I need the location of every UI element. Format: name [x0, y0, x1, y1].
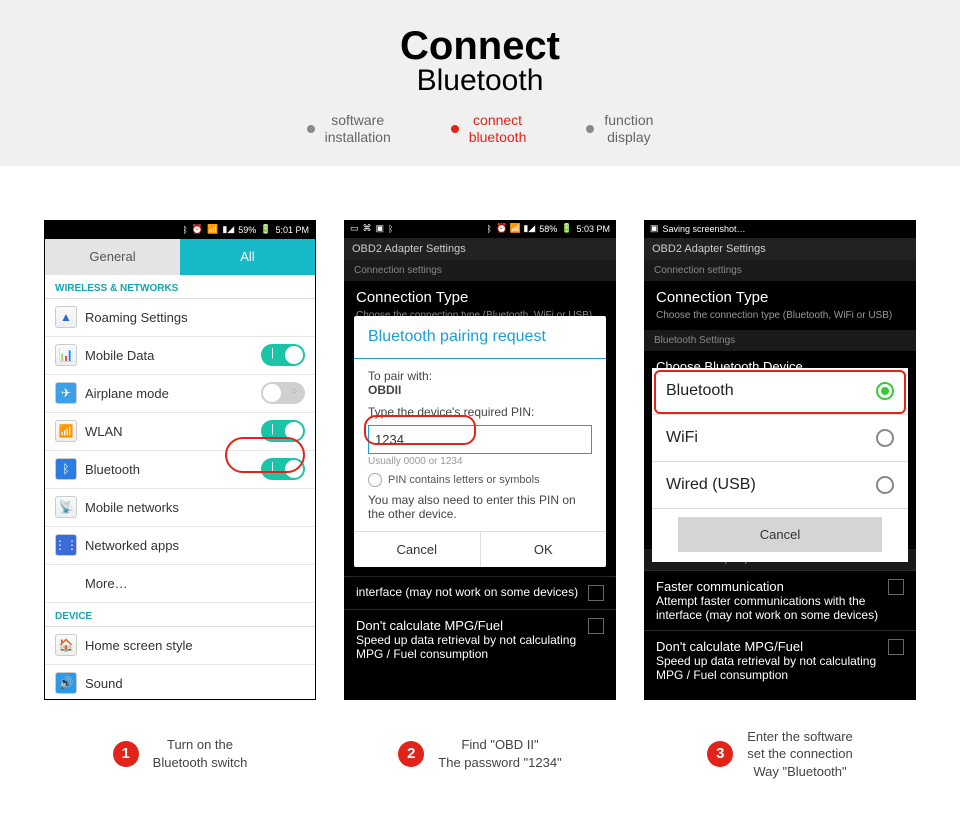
tab-function-display[interactable]: functiondisplay [586, 112, 653, 146]
battery-text: 59% [238, 225, 256, 235]
image-icon: ▣ [650, 223, 659, 234]
step-badge: 3 [707, 741, 733, 767]
hero-banner: Connect Bluetooth softwareinstallation c… [0, 0, 960, 166]
screenshot-step-1: ᛒ ⏰ 📶 ▮◢ 59% 🔋 5:01 PM General All WIRELE… [44, 220, 316, 700]
hero-subtitle: Bluetooth [0, 64, 960, 98]
ok-button[interactable]: OK [481, 532, 607, 567]
link-icon: ⌘ [363, 223, 372, 234]
row-home-style[interactable]: 🏠Home screen style [45, 627, 315, 665]
screenshot-row: ᛒ ⏰ 📶 ▮◢ 59% 🔋 5:01 PM General All WIRELE… [0, 166, 960, 710]
also-note: You may also need to enter this PIN on t… [368, 493, 592, 521]
section-header: Connection settings [644, 260, 916, 281]
wlan-icon: 📶 [55, 420, 77, 442]
tab-software-installation[interactable]: softwareinstallation [307, 112, 391, 146]
dialog-title: Bluetooth pairing request [354, 316, 606, 359]
row-sound[interactable]: 🔊Sound [45, 665, 315, 700]
checkbox[interactable] [588, 618, 604, 634]
status-bar: ᛒ ⏰ 📶 ▮◢ 59% 🔋 5:01 PM [45, 221, 315, 239]
bluetooth-icon: ᛒ [183, 225, 188, 235]
tab-general[interactable]: General [45, 239, 180, 275]
pair-with-label: To pair with: [368, 369, 592, 383]
battery-text: 58% [539, 224, 557, 234]
hero-title: Connect [0, 26, 960, 66]
roaming-icon: ▲ [55, 306, 77, 328]
radio-icon [876, 429, 894, 447]
dot-icon [586, 125, 594, 133]
step-badge: 1 [113, 741, 139, 767]
cancel-button[interactable]: Cancel [678, 517, 882, 552]
home-icon: 🏠 [55, 634, 77, 656]
tab-all[interactable]: All [180, 239, 315, 275]
row-mobile-networks[interactable]: 📡Mobile networks [45, 489, 315, 527]
step-tabs: softwareinstallation connectbluetooth fu… [0, 112, 960, 146]
group-wireless-header: WIRELESS & NETWORKS [45, 275, 315, 299]
mobile-data-icon: 📊 [55, 344, 77, 366]
clock-text: 5:01 PM [275, 225, 309, 235]
device-name: OBDII [368, 383, 592, 397]
row-faster-comm-partial[interactable]: interface (may not work on some devices) [344, 576, 616, 609]
highlight-ring [225, 437, 305, 473]
highlight-ring [364, 415, 476, 445]
option-wifi[interactable]: WiFi [652, 415, 908, 462]
card-icon: ▭ [350, 223, 359, 234]
screen-title: OBD2 Adapter Settings [344, 238, 616, 260]
screen-title: OBD2 Adapter Settings [644, 238, 916, 260]
group-device-header: DEVICE [45, 603, 315, 627]
screenshot-step-2: ▭ ⌘ ▣ ᛒ ᛒ ⏰ 📶 ▮◢ 58%🔋 5:03 PM OBD2 Adapt… [344, 220, 616, 700]
row-roaming[interactable]: ▲Roaming Settings [45, 299, 315, 337]
mobile-networks-icon: 📡 [55, 496, 77, 518]
letters-checkbox-row[interactable]: PIN contains letters or symbols [368, 473, 592, 487]
checkbox-icon [368, 473, 382, 487]
step-badge: 2 [398, 741, 424, 767]
checkbox[interactable] [588, 585, 604, 601]
alarm-icon: ⏰ [192, 224, 203, 235]
dot-icon [451, 125, 459, 133]
section-header: Connection settings [344, 260, 616, 281]
cancel-button[interactable]: Cancel [354, 532, 481, 567]
option-wired-usb[interactable]: Wired (USB) [652, 462, 908, 509]
bluetooth-pairing-dialog: Bluetooth pairing request To pair with: … [354, 316, 606, 567]
caption-3: 3 Enter the softwareset the connectionWa… [644, 728, 916, 781]
settings-tabs: General All [45, 239, 315, 275]
row-airplane[interactable]: ✈Airplane mode [45, 375, 315, 413]
bluetooth-row-icon: ᛒ [55, 458, 77, 480]
row-networked-apps[interactable]: ⋮⋮Networked apps [45, 527, 315, 565]
saving-text: Saving screenshot… [663, 224, 746, 234]
radio-icon [876, 476, 894, 494]
dot-icon [307, 125, 315, 133]
apps-icon: ⋮⋮ [55, 534, 77, 556]
signal-icon: ▮◢ [222, 224, 234, 235]
highlight-ring [654, 370, 906, 414]
caption-1: 1 Turn on theBluetooth switch [44, 728, 316, 781]
status-bar: ▭ ⌘ ▣ ᛒ ᛒ ⏰ 📶 ▮◢ 58%🔋 5:03 PM [344, 220, 616, 238]
checkbox[interactable] [888, 579, 904, 595]
row-mpg[interactable]: Don't calculate MPG/FuelSpeed up data re… [644, 630, 916, 690]
row-connection-type[interactable]: Connection TypeChoose the connection typ… [644, 281, 916, 330]
photo-icon: ▣ [376, 223, 385, 234]
section-bluetooth-settings: Bluetooth Settings [644, 330, 916, 351]
captions-row: 1 Turn on theBluetooth switch 2 Find "OB… [0, 710, 960, 781]
tab-connect-bluetooth[interactable]: connectbluetooth [451, 112, 527, 146]
row-mpg[interactable]: Don't calculate MPG/FuelSpeed up data re… [344, 609, 616, 669]
checkbox[interactable] [888, 639, 904, 655]
pin-hint: Usually 0000 or 1234 [368, 456, 592, 467]
row-mobile-data[interactable]: 📊Mobile Data [45, 337, 315, 375]
screenshot-step-3: ▣ Saving screenshot… OBD2 Adapter Settin… [644, 220, 916, 700]
toggle-mobile-data[interactable] [261, 344, 305, 366]
clock-text: 5:03 PM [576, 224, 610, 234]
wifi-icon: 📶 [207, 224, 218, 235]
connection-type-sheet: Bluetooth WiFi Wired (USB) Cancel [652, 368, 908, 562]
battery-icon: 🔋 [260, 224, 271, 235]
row-faster-comm[interactable]: Faster communicationAttempt faster commu… [644, 570, 916, 630]
toggle-airplane[interactable] [261, 382, 305, 404]
status-bar: ▣ Saving screenshot… [644, 220, 916, 238]
sound-icon: 🔊 [55, 672, 77, 694]
caption-2: 2 Find "OBD II"The password "1234" [344, 728, 616, 781]
airplane-icon: ✈ [55, 382, 77, 404]
row-more[interactable]: More… [45, 565, 315, 603]
